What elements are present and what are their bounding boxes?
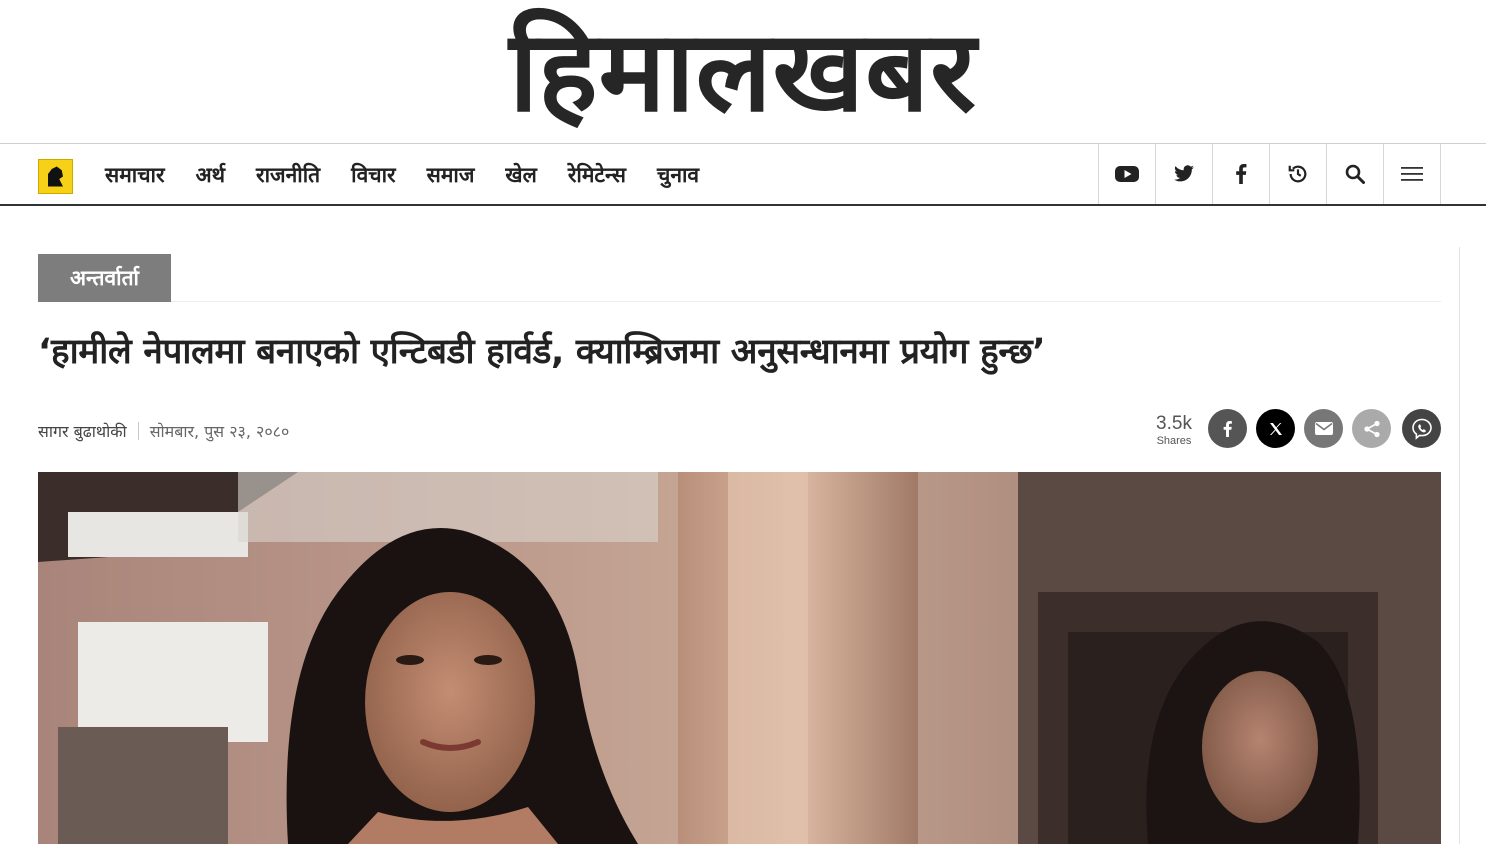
nav-item-sports[interactable]: खेल [505, 161, 536, 189]
share-count-label: Shares [1156, 435, 1192, 447]
share-icon [1363, 420, 1380, 437]
facebook-icon [1223, 420, 1232, 437]
twitter-icon[interactable] [1156, 144, 1213, 204]
hero-image [38, 472, 1441, 844]
nav-item-politics[interactable]: राजनीति [256, 161, 320, 189]
history-icon[interactable] [1270, 144, 1327, 204]
generic-share-button[interactable] [1352, 409, 1391, 448]
x-share-button[interactable] [1256, 409, 1295, 448]
sidebar-divider [1459, 247, 1460, 844]
nav-item-society[interactable]: समाज [427, 161, 475, 189]
category-tag[interactable]: अन्तर्वार्ता [38, 254, 171, 302]
nav-item-opinion[interactable]: विचार [351, 161, 395, 189]
facebook-icon[interactable] [1213, 144, 1270, 204]
byline-divider [137, 422, 139, 440]
nav-icons [1098, 144, 1441, 204]
youtube-icon[interactable] [1099, 144, 1156, 204]
menu-icon[interactable] [1384, 144, 1441, 204]
facebook-share-button[interactable] [1208, 409, 1247, 448]
nav-menu: समाचार अर्थ राजनीति विचार समाज खेल रेमिट… [105, 144, 730, 206]
author-name[interactable]: सागर बुढाथोकी [38, 420, 127, 442]
nav-item-remittance[interactable]: रेमिटेन्स [568, 161, 626, 189]
search-icon[interactable] [1327, 144, 1384, 204]
viber-icon [1411, 418, 1432, 440]
main-nav: समाचार अर्थ राजनीति विचार समाज खेल रेमिट… [0, 144, 1486, 206]
share-count-number: 3.5k [1156, 413, 1192, 434]
email-icon [1314, 422, 1333, 435]
nav-item-economy[interactable]: अर्थ [196, 161, 225, 189]
x-icon [1269, 422, 1282, 435]
publish-date: सोमबार, पुस २३, २०८० [149, 422, 290, 441]
masthead: हिमालखबर [0, 0, 1486, 144]
article-headline: ‘हामीले नेपालमा बनाएको एन्टिबडी हार्वर्ड… [38, 332, 1046, 372]
home-logo-icon[interactable] [38, 159, 73, 194]
share-count: 3.5k Shares [1150, 413, 1198, 448]
byline: सागर बुढाथोकी सोमबार, पुस २३, २०८० [38, 418, 289, 444]
nav-item-news[interactable]: समाचार [105, 161, 165, 189]
nav-item-election[interactable]: चुनाव [657, 161, 699, 189]
category-row: अन्तर्वार्ता [38, 254, 1441, 302]
email-share-button[interactable] [1304, 409, 1343, 448]
viber-share-button[interactable] [1402, 409, 1441, 448]
site-logo[interactable]: हिमालखबर [488, 2, 998, 142]
